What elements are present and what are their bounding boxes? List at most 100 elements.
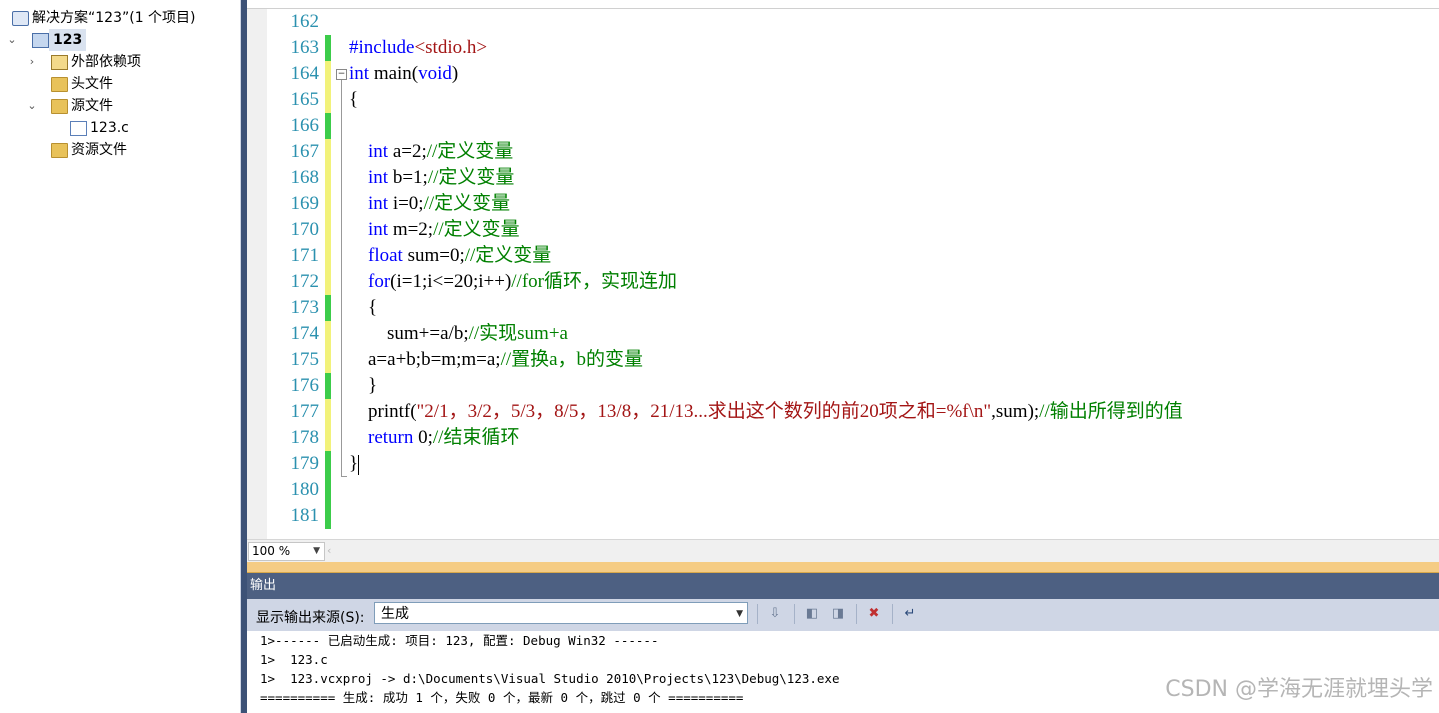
project-node[interactable]: ⌄ 123 xyxy=(0,29,240,51)
code-line[interactable]: sum+=a/b;//实现sum+a xyxy=(349,321,568,347)
code-line[interactable]: int a=2;//定义变量 xyxy=(349,139,513,165)
code-token: main( xyxy=(369,63,419,84)
code-token: sum+=a/b; xyxy=(349,323,469,344)
code-line[interactable]: float sum=0;//定义变量 xyxy=(349,243,551,269)
code-token: int xyxy=(368,141,389,162)
dropdown-arrow-icon[interactable]: ▼ xyxy=(313,543,320,560)
line-number: 166 xyxy=(290,115,320,136)
line-number: 178 xyxy=(290,427,320,448)
project-icon xyxy=(32,33,49,48)
tree-item-resource-files[interactable]: 资源文件 xyxy=(0,139,240,161)
tree-item-label: 123.c xyxy=(90,120,129,136)
tree-item-label: 源文件 xyxy=(71,98,113,114)
expand-arrow-icon[interactable]: ⌄ xyxy=(6,29,18,51)
code-token: a=2; xyxy=(388,141,427,162)
code-token: { xyxy=(349,89,359,110)
collapse-arrow-icon[interactable]: › xyxy=(26,51,38,73)
collapse-toggle-icon[interactable]: − xyxy=(336,69,347,80)
previous-message-icon[interactable]: ◧ xyxy=(802,604,822,624)
toolbar-separator xyxy=(892,604,893,624)
code-text-area[interactable]: #include<stdio.h> int main(void){ int a=2… xyxy=(349,9,1439,539)
line-number: 176 xyxy=(290,375,320,396)
code-line[interactable]: int i=0;//定义变量 xyxy=(349,191,510,217)
code-line[interactable]: for(i=1;i<=20;i++)//for循环，实现连加 xyxy=(349,269,677,295)
line-number: 181 xyxy=(290,505,320,526)
editor-navigation-bar xyxy=(247,0,1439,9)
code-token: //结束循环 xyxy=(432,427,520,448)
toolbar-separator xyxy=(856,604,857,624)
code-line[interactable]: { xyxy=(349,295,377,321)
output-line: 1>------ 已启动生成: 项目: 123, 配置: Debug Win32… xyxy=(260,633,659,648)
code-token: //for循环，实现连加 xyxy=(511,271,677,292)
toolbar-separator xyxy=(794,604,795,624)
code-token: "2/1，3/2，5/3，8/5，13/8，21/13...求出这个数列的前20… xyxy=(416,401,992,422)
output-line: 1> 123.vcxproj -> d:\Documents\Visual St… xyxy=(260,671,840,686)
code-editor[interactable]: 162 163 164 165 166 167 168 169 170 171 172 173 174 1… xyxy=(247,0,1439,562)
scroll-left-icon[interactable]: ‹ xyxy=(327,544,331,557)
output-source-select[interactable]: 生成 ▼ xyxy=(374,602,748,624)
solution-label: 解决方案“123”(1 个项目) xyxy=(32,10,196,26)
output-toolbar: 显示输出来源(S): 生成 ▼ ⇩ ◧ ◨ ✖ ↵ xyxy=(247,599,1439,631)
code-line[interactable]: } xyxy=(349,451,360,477)
line-number: 173 xyxy=(290,297,320,318)
go-to-line-icon[interactable]: ⇩ xyxy=(765,604,785,624)
line-number: 174 xyxy=(290,323,320,344)
code-line[interactable]: printf("2/1，3/2，5/3，8/5，13/8，21/13...求出这… xyxy=(349,399,1183,425)
code-line[interactable]: int m=2;//定义变量 xyxy=(349,217,520,243)
clear-all-icon[interactable]: ✖ xyxy=(864,604,884,624)
line-number: 165 xyxy=(290,89,320,110)
line-number: 164 xyxy=(290,63,320,84)
code-token: a=a+b;b=m;m=a; xyxy=(349,349,501,370)
editor-status-strip: 100 % ▼ ‹ xyxy=(247,539,1439,562)
code-line[interactable]: int b=1;//定义变量 xyxy=(349,165,514,191)
code-token: #include xyxy=(349,37,415,58)
code-line[interactable]: a=a+b;b=m;m=a;//置换a，b的变量 xyxy=(349,347,643,373)
tree-item-header-files[interactable]: 头文件 xyxy=(0,73,240,95)
editor-frame-strip xyxy=(247,562,1439,573)
text-cursor xyxy=(358,454,360,475)
code-token: } xyxy=(349,375,378,396)
solution-node[interactable]: 解决方案“123”(1 个项目) xyxy=(0,7,240,29)
code-line[interactable]: { xyxy=(349,87,358,113)
code-token: int xyxy=(349,63,370,84)
output-title: 输出 xyxy=(247,573,1439,599)
code-token: (i=1;i<=20;i++) xyxy=(390,271,512,292)
line-number: 180 xyxy=(290,479,320,500)
next-message-icon[interactable]: ◨ xyxy=(828,604,848,624)
code-token: } xyxy=(349,453,359,474)
line-number: 169 xyxy=(290,193,320,214)
outline-end xyxy=(341,476,347,477)
line-number: 171 xyxy=(290,245,320,266)
line-number: 175 xyxy=(290,349,320,370)
code-line[interactable]: return 0;//结束循环 xyxy=(349,425,519,451)
code-token: //定义变量 xyxy=(433,219,520,240)
code-line[interactable]: int main(void) xyxy=(349,61,458,87)
code-token: int xyxy=(368,167,389,188)
line-number: 168 xyxy=(290,167,320,188)
dropdown-arrow-icon[interactable]: ▼ xyxy=(736,603,743,625)
code-token: //定义变量 xyxy=(464,245,552,266)
solution-icon xyxy=(12,11,29,26)
code-token: return xyxy=(368,427,414,448)
toolbar-separator xyxy=(757,604,758,624)
expand-arrow-icon[interactable]: ⌄ xyxy=(26,95,38,117)
line-number: 167 xyxy=(290,141,320,162)
word-wrap-icon[interactable]: ↵ xyxy=(900,604,920,624)
code-token: m=2; xyxy=(388,219,434,240)
output-line: ========== 生成: 成功 1 个，失败 0 个，最新 0 个，跳过 0… xyxy=(260,690,744,705)
code-line[interactable]: } xyxy=(349,373,377,399)
code-token: b=1; xyxy=(388,167,428,188)
line-number: 163 xyxy=(290,37,320,58)
code-token: //置换a，b的变量 xyxy=(500,349,644,370)
tree-item-external-deps[interactable]: › 外部依赖项 xyxy=(0,51,240,73)
output-line: 1> 123.c xyxy=(260,652,328,667)
tree-item-source-files[interactable]: ⌄ 源文件 xyxy=(0,95,240,117)
code-line[interactable]: #include<stdio.h> xyxy=(349,35,487,61)
tree-item-label: 外部依赖项 xyxy=(71,54,141,70)
zoom-select[interactable]: 100 % ▼ xyxy=(248,542,325,561)
output-source-label: 显示输出来源(S): xyxy=(256,610,365,626)
tree-item-123c[interactable]: 123.c xyxy=(0,117,240,139)
